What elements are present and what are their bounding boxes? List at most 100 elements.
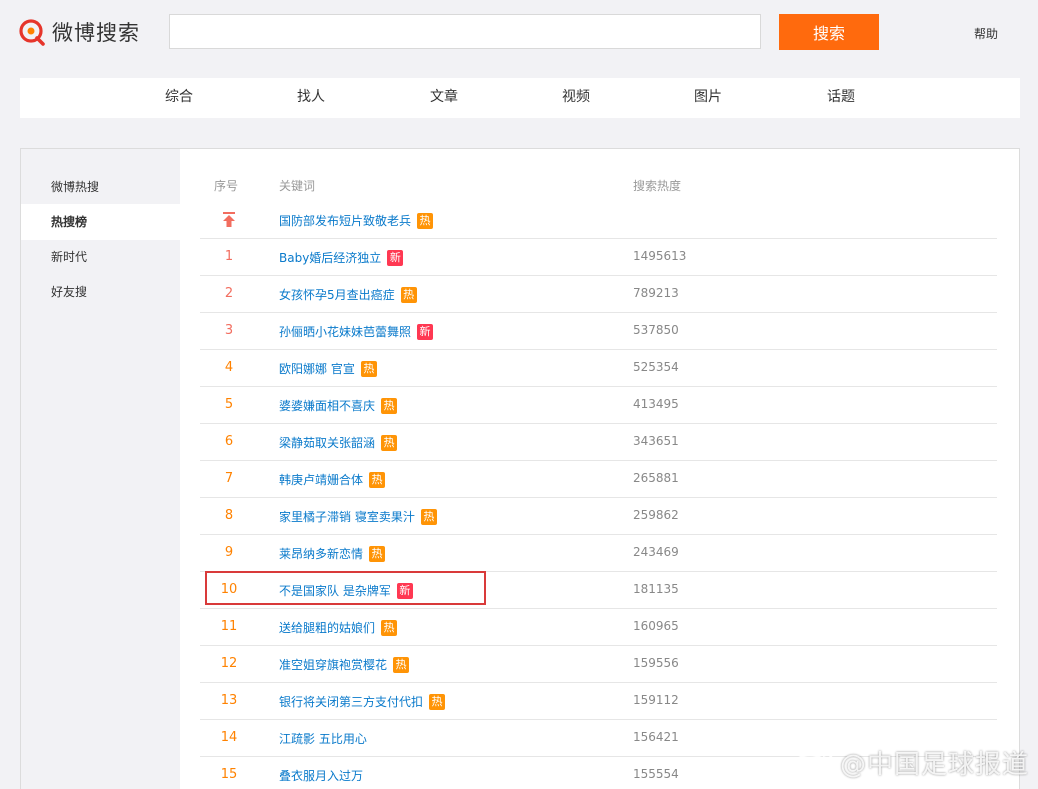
table-row: 2 女孩怀孕5月查出癌症热 789213 xyxy=(200,276,997,313)
keyword-text: 江疏影 五比用心 xyxy=(279,732,367,746)
hot-badge: 热 xyxy=(369,471,386,488)
sidebar-item-new-era[interactable]: 新时代 xyxy=(21,239,180,275)
keyword-text: 女孩怀孕5月查出癌症 xyxy=(279,288,395,302)
keyword-link[interactable]: 韩庚卢靖姗合体热 xyxy=(279,471,386,488)
rank-number: 4 xyxy=(224,360,234,375)
column-header-keyword: 关键词 xyxy=(279,179,316,193)
new-badge: 新 xyxy=(387,249,404,266)
keyword-link[interactable]: 送给腿粗的姑娘们热 xyxy=(279,619,398,636)
hot-badge: 热 xyxy=(381,434,398,451)
sidebar-item-friends-search[interactable]: 好友搜 xyxy=(21,274,180,310)
hot-badge: 热 xyxy=(360,360,377,377)
weibo-search-logo-icon xyxy=(19,19,45,46)
column-header-rank: 序号 xyxy=(214,179,239,193)
table-row: 11 送给腿粗的姑娘们热 160965 xyxy=(200,609,997,646)
hot-badge: 热 xyxy=(420,508,437,525)
hot-badge: 热 xyxy=(417,212,434,229)
keyword-link[interactable]: 婆婆嫌面相不喜庆热 xyxy=(279,397,398,414)
rank-number: 5 xyxy=(224,397,234,412)
heat-value: 789213 xyxy=(633,286,679,300)
rank-number: 3 xyxy=(224,323,234,338)
search-button[interactable]: 搜索 xyxy=(779,14,879,50)
keyword-text: 孙俪晒小花妹妹芭蕾舞照 xyxy=(279,325,412,339)
rank-number: 15 xyxy=(220,767,238,782)
keyword-text: 国防部发布短片致敬老兵 xyxy=(279,214,412,228)
column-header-heat: 搜索热度 xyxy=(633,179,682,193)
tab-all[interactable]: 综合 xyxy=(165,78,193,118)
heat-value: 160965 xyxy=(633,619,679,633)
heat-value: 156421 xyxy=(633,730,679,744)
tab-articles[interactable]: 文章 xyxy=(430,78,458,118)
rank-number: 11 xyxy=(220,619,238,634)
keyword-link[interactable]: 准空姐穿旗袍赏樱花热 xyxy=(279,656,410,673)
rank-number: 12 xyxy=(220,656,238,671)
keyword-text: 银行将关闭第三方支付代扣 xyxy=(279,695,424,709)
highlight-box xyxy=(205,571,486,605)
hot-badge: 热 xyxy=(400,286,417,303)
help-link[interactable]: 帮助 xyxy=(974,25,998,42)
heat-value: 259862 xyxy=(633,508,679,522)
heat-value: 1495613 xyxy=(633,249,687,263)
heat-value: 265881 xyxy=(633,471,679,485)
keyword-link[interactable]: 梁静茹取关张韶涵热 xyxy=(279,434,398,451)
keyword-link[interactable]: Baby婚后经济独立新 xyxy=(279,249,404,266)
heat-value: 159112 xyxy=(633,693,679,707)
keyword-link[interactable]: 欧阳娜娜 官宣热 xyxy=(279,360,377,377)
watermark: @中国足球报道 xyxy=(792,742,1029,782)
table-row: 13 银行将关闭第三方支付代扣热 159112 xyxy=(200,683,997,720)
keyword-text: 欧阳娜娜 官宣 xyxy=(279,362,355,376)
keyword-link[interactable]: 叠衣服月入过万 xyxy=(279,767,363,784)
watermark-text: @中国足球报道 xyxy=(840,749,1030,780)
tab-topics[interactable]: 话题 xyxy=(827,78,855,118)
hot-badge: 热 xyxy=(381,619,398,636)
keyword-link[interactable]: 女孩怀孕5月查出癌症热 xyxy=(279,286,417,303)
rank-number: 13 xyxy=(220,693,238,708)
keyword-text: 梁静茹取关张韶涵 xyxy=(279,436,376,450)
table-row: 12 准空姐穿旗袍赏樱花热 159556 xyxy=(200,646,997,683)
heat-value: 537850 xyxy=(633,323,679,337)
keyword-text: Baby婚后经济独立 xyxy=(279,251,382,265)
keyword-link[interactable]: 江疏影 五比用心 xyxy=(279,730,367,747)
keyword-link[interactable]: 莱昂纳多新恋情热 xyxy=(279,545,386,562)
table-row: 7 韩庚卢靖姗合体热 265881 xyxy=(200,461,997,498)
heat-value: 155554 xyxy=(633,767,679,781)
rank-number: 7 xyxy=(224,471,234,486)
sidebar-item-hot-list[interactable]: 热搜榜 xyxy=(21,204,180,240)
keyword-link[interactable]: 银行将关闭第三方支付代扣热 xyxy=(279,693,446,710)
table-row: 1 Baby婚后经济独立新 1495613 xyxy=(200,239,997,276)
heat-value: 159556 xyxy=(633,656,679,670)
heat-value: 343651 xyxy=(633,434,679,448)
table-row: 5 婆婆嫌面相不喜庆热 413495 xyxy=(200,387,997,424)
sidebar-item-weibo-hot[interactable]: 微博热搜 xyxy=(21,169,180,205)
keyword-link[interactable]: 孙俪晒小花妹妹芭蕾舞照新 xyxy=(279,323,434,340)
keyword-link[interactable]: 家里橘子滞销 寝室卖果汁热 xyxy=(279,508,437,525)
heat-value: 181135 xyxy=(633,582,679,596)
heat-value: 525354 xyxy=(633,360,679,374)
table-row: 6 梁静茹取关张韶涵热 343651 xyxy=(200,424,997,461)
pinned-keyword-link[interactable]: 国防部发布短片致敬老兵 热 xyxy=(279,212,434,229)
hot-badge: 热 xyxy=(369,545,386,562)
table-row: 9 莱昂纳多新恋情热 243469 xyxy=(200,535,997,572)
heat-value: 413495 xyxy=(633,397,679,411)
tab-people[interactable]: 找人 xyxy=(297,78,325,118)
tab-images[interactable]: 图片 xyxy=(694,78,722,118)
heat-value: 243469 xyxy=(633,545,679,559)
hot-badge: 热 xyxy=(393,656,410,673)
hot-badge: 热 xyxy=(381,397,398,414)
keyword-text: 婆婆嫌面相不喜庆 xyxy=(279,399,376,413)
tab-videos[interactable]: 视频 xyxy=(562,78,590,118)
rank-number: 6 xyxy=(224,434,234,449)
pinned-row: 国防部发布短片致敬老兵 热 xyxy=(200,202,997,239)
search-input[interactable] xyxy=(169,14,761,49)
logo-text: 微博搜索 xyxy=(52,21,140,45)
table-row: 4 欧阳娜娜 官宣热 525354 xyxy=(200,350,997,387)
logo[interactable]: 微博搜索 xyxy=(18,16,140,48)
table-row: 3 孙俪晒小花妹妹芭蕾舞照新 537850 xyxy=(200,313,997,350)
keyword-text: 叠衣服月入过万 xyxy=(279,769,364,783)
rank-number: 2 xyxy=(224,286,234,301)
rank-number: 14 xyxy=(220,730,238,745)
rank-number: 9 xyxy=(224,545,234,560)
header: 微博搜索 搜索 帮助 xyxy=(0,0,1038,65)
keyword-text: 韩庚卢靖姗合体 xyxy=(279,473,364,487)
keyword-text: 送给腿粗的姑娘们 xyxy=(279,621,376,635)
